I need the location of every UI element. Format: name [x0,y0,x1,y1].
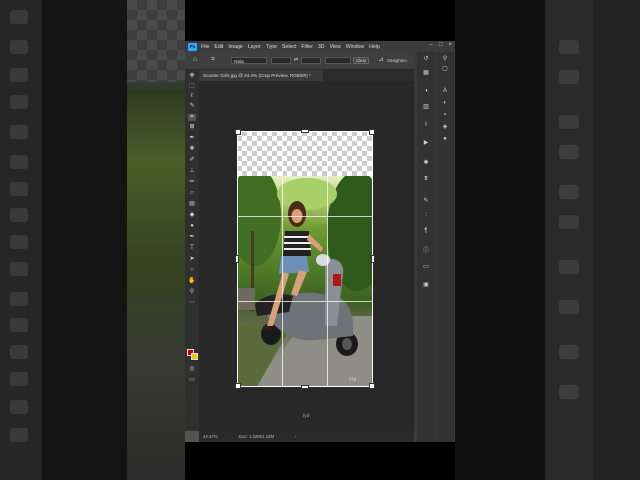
lasso-icon[interactable]: ℓ [188,93,196,100]
crop-handle-bottom[interactable] [301,385,309,389]
more-icon[interactable]: ⋯ [188,300,196,307]
clear-button[interactable]: Clear [353,57,370,64]
type-icon[interactable]: T [188,245,196,252]
marquee-icon[interactable]: ⬚ [188,83,196,90]
stamp-icon[interactable]: ⊥ [188,168,196,175]
character-icon[interactable]: ⫶ [421,212,431,219]
resolution-field[interactable] [325,57,351,64]
background-color-swatch[interactable] [191,353,198,360]
menu-help[interactable]: Help [369,44,380,50]
move-icon[interactable]: ✥ [188,73,196,80]
frame-icon[interactable]: ⊠ [188,124,196,131]
left-background [0,0,185,480]
glyphs-icon[interactable]: ✎ [421,198,431,205]
adjustments-icon[interactable]: ✺ [421,160,431,167]
menu-filter[interactable]: Filter [301,44,313,50]
eraser-icon[interactable]: ▱ [188,190,196,197]
hand-icon[interactable]: ✋ [188,278,196,285]
history-brush-icon[interactable]: ✏ [188,179,196,186]
blur-icon[interactable]: ◆ [188,212,196,219]
right-background [455,0,640,480]
straighten-icon[interactable]: ⊿ [377,56,385,64]
menu-bar: Ps File Edit Image Layer Type Select Fil… [185,41,455,52]
crop-handle-top[interactable] [301,129,309,133]
toolbox: ✥ ⬚ ℓ ✎ ⌗ ⊠ ✒ ✚ ✐ ⊥ ✏ ▱ ▤ ◆ ● ✒ T ➤ ○ ✋ … [185,70,199,431]
crop-handle-top-left[interactable] [235,129,241,135]
eyedropper-icon[interactable]: ✒ [188,135,196,142]
minimize-icon[interactable]: – [430,42,433,48]
photoshop-window: Ps File Edit Image Layer Type Select Fil… [185,41,455,442]
ratio-height-field[interactable] [301,57,321,64]
healing-icon[interactable]: ✚ [188,146,196,153]
screen-mode-icon[interactable]: ▭ [188,377,196,384]
menu-view[interactable]: View [330,44,341,50]
right-panel-dock: ↺ ▦ ◑ ▥ ⌇ ▶ ✺ ⩩ ✎ ⫶ ¶ ⓘ ▭ ▣ ⚲ ▢ A ◐ ▪ ◈ … [414,52,455,442]
menu-image[interactable]: Image [228,44,242,50]
document-tab[interactable]: Scooter Girls.jpg @ 44.4% (Crop Preview,… [199,70,323,81]
menu-file[interactable]: File [201,44,209,50]
layers-icon[interactable]: ◈ [440,124,450,131]
notes-icon[interactable]: ▭ [421,264,431,271]
brush-settings-icon[interactable]: ⌇ [421,122,431,129]
workspace-icon[interactable]: ▢ [440,66,450,73]
swatches-icon[interactable]: ▥ [421,104,431,111]
crop-border [237,131,373,387]
crop-handle-top-right[interactable] [369,129,375,135]
menu-window[interactable]: Window [346,44,364,50]
styles-icon[interactable]: ▪ [440,112,450,119]
search-icon[interactable]: ⚲ [440,56,450,63]
history-icon[interactable]: ↺ [421,56,431,63]
menu-layer[interactable]: Layer [248,44,261,50]
swap-icon[interactable]: ⇄ [292,56,300,64]
channels-icon[interactable]: ● [440,136,450,143]
app-logo: Ps [188,42,197,51]
dodge-icon[interactable]: ● [188,223,196,230]
ratio-select[interactable]: Ratio [231,57,267,64]
crop-handle-left[interactable] [235,255,239,263]
maximize-icon[interactable]: □ [439,42,443,48]
properties-icon[interactable]: ▦ [421,70,431,77]
canvas-label: fyd [303,413,310,418]
navigator-icon[interactable]: ◐ [440,100,450,107]
menu-3d[interactable]: 3D [318,44,325,50]
status-bar: 44.37% Doc: 1.22M/1.22M › [199,431,414,442]
doc-size: Doc: 1.22M/1.22M [239,434,275,439]
quick-mask-icon[interactable]: ◎ [188,366,196,373]
document-tab-bar: Scooter Girls.jpg @ 44.4% (Crop Preview,… [199,70,414,81]
menu-select[interactable]: Select [282,44,296,50]
menu-edit[interactable]: Edit [214,44,223,50]
path-select-icon[interactable]: ➤ [188,256,196,263]
ratio-width-field[interactable] [271,57,291,64]
crop-handle-bottom-right[interactable] [369,383,375,389]
zoom-icon[interactable]: ⚲ [188,289,196,296]
timeline-icon[interactable]: ▣ [421,282,431,289]
color-icon[interactable]: ◑ [421,88,431,95]
zoom-level[interactable]: 44.37% [203,434,218,439]
menu-type[interactable]: Type [266,44,277,50]
status-arrow-icon[interactable]: › [295,434,296,439]
libraries-icon[interactable]: ⩩ [421,176,431,183]
shape-icon[interactable]: ○ [188,267,196,274]
paragraph-icon[interactable]: ¶ [421,228,431,235]
gradient-icon[interactable]: ▤ [188,201,196,208]
type-panel-icon[interactable]: A [440,88,450,95]
crop-handle-bottom-left[interactable] [235,383,241,389]
brush-icon[interactable]: ✐ [188,157,196,164]
actions-icon[interactable]: ▶ [421,140,431,147]
pen-icon[interactable]: ✒ [188,234,196,241]
straighten-label[interactable]: Straighten [387,57,407,64]
canvas[interactable]: sig fyd [199,81,414,431]
crop-tool-icon[interactable]: ⌗ [209,56,217,64]
crop-icon[interactable]: ⌗ [188,114,196,121]
info-icon[interactable]: ⓘ [421,248,431,255]
home-icon[interactable]: ⌂ [191,56,199,64]
close-icon[interactable]: × [448,42,452,48]
crop-handle-right[interactable] [371,255,375,263]
quick-select-icon[interactable]: ✎ [188,103,196,110]
